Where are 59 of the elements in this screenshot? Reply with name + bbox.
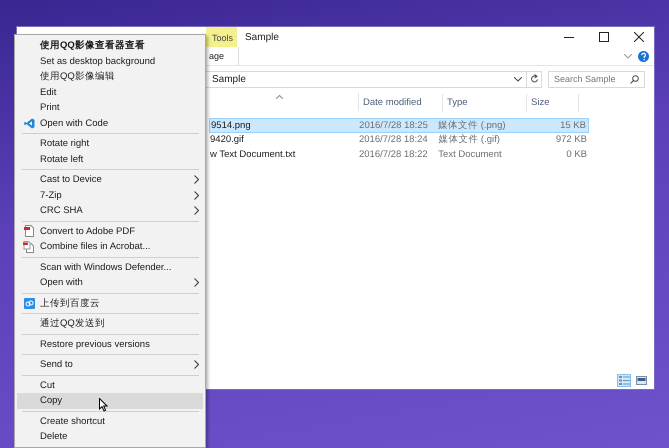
file-name[interactable]: 9514.png xyxy=(210,120,356,131)
search-icon[interactable] xyxy=(630,74,639,84)
details-view-button[interactable] xyxy=(617,374,631,386)
menu-item[interactable]: Rotate right xyxy=(17,136,203,152)
column-header[interactable]: Date modified xyxy=(359,94,443,112)
column-header[interactable]: Size xyxy=(527,94,579,112)
menu-item[interactable]: Set as desktop background xyxy=(17,54,203,69)
menu-item[interactable]: 通过QQ发送到 xyxy=(17,316,203,332)
type-cell-text: 媒体文件 (.png) xyxy=(437,118,507,132)
menu-item[interactable]: Rotate left xyxy=(17,152,203,167)
chevron-down-icon[interactable] xyxy=(624,54,632,58)
menu-item[interactable]: Restore previous versions xyxy=(17,336,203,352)
maximize-icon[interactable] xyxy=(599,32,609,42)
date-cell-text: 2016/7/28 18:25 xyxy=(358,120,429,131)
mouse-pointer-icon xyxy=(99,398,108,412)
menu-item[interactable]: Open with Code xyxy=(17,116,203,131)
menu-item[interactable]: Open with xyxy=(17,275,203,290)
vscode-icon xyxy=(24,118,34,129)
menu-item[interactable]: 7-Zip xyxy=(17,188,203,203)
menu-item[interactable]: Cut xyxy=(17,378,203,393)
menu-item[interactable]: Send to xyxy=(17,357,203,372)
window-title: Sample xyxy=(245,32,279,42)
menu-item[interactable]: Print xyxy=(17,100,203,116)
menu-item[interactable]: 使用QQ影像查看器查看 xyxy=(17,38,203,54)
acrobat-documents-icon xyxy=(23,240,35,253)
menu-item[interactable]: 上传到百度云 xyxy=(17,296,203,311)
date-cell-text: 2016/7/28 18:24 xyxy=(358,134,429,146)
type-cell-text: Text Document xyxy=(437,148,503,160)
menu-item[interactable]: CRC SHA xyxy=(17,203,203,218)
cloud-icon xyxy=(24,298,34,309)
menu-item[interactable]: Create shortcut xyxy=(17,414,203,429)
menu-item[interactable]: Cast to Device xyxy=(17,172,203,188)
dropdown-icon[interactable] xyxy=(514,76,522,82)
date-cell-text: 2016/7/28 18:22 xyxy=(358,148,429,160)
column-header[interactable]: Type xyxy=(443,94,527,112)
size-cell-text: 15 KB xyxy=(559,120,587,131)
size-cell-text: 972 KB xyxy=(554,134,588,146)
sort-caret-icon xyxy=(276,95,283,99)
refresh-icon xyxy=(530,74,538,84)
type-cell-text: 媒体文件 (.gif) xyxy=(437,133,501,146)
menu-item[interactable]: Convert to Adobe PDF xyxy=(17,224,203,239)
menu-item[interactable]: Copy xyxy=(17,393,203,408)
close-icon[interactable] xyxy=(634,32,644,42)
menu-item[interactable]: Edit xyxy=(17,84,203,100)
menu-item[interactable]: Combine files in Acrobat... xyxy=(17,239,203,254)
tools-tab[interactable]: Tools xyxy=(206,27,238,47)
menu-item[interactable]: Scan with Windows Defender... xyxy=(17,260,203,275)
menu-item[interactable]: Delete xyxy=(17,429,203,444)
file-name[interactable]: w Text Document.txt xyxy=(209,148,355,160)
large-icons-view-button[interactable] xyxy=(634,374,648,386)
file-name[interactable]: 9420.gif xyxy=(209,134,355,146)
help-icon[interactable] xyxy=(638,50,649,62)
address-bar[interactable]: Sample xyxy=(204,70,527,88)
size-cell-text: 0 KB xyxy=(565,148,588,160)
refresh-button[interactable] xyxy=(527,70,542,88)
menu-item[interactable]: 使用QQ影像编辑 xyxy=(17,69,203,84)
search-field[interactable]: Search Sample xyxy=(548,70,645,88)
selected-row-highlight[interactable]: 9514.png 2016/7/28 18:25 媒体文件 (.png) 15 KB xyxy=(209,118,589,132)
pdf-document-icon xyxy=(24,225,34,238)
